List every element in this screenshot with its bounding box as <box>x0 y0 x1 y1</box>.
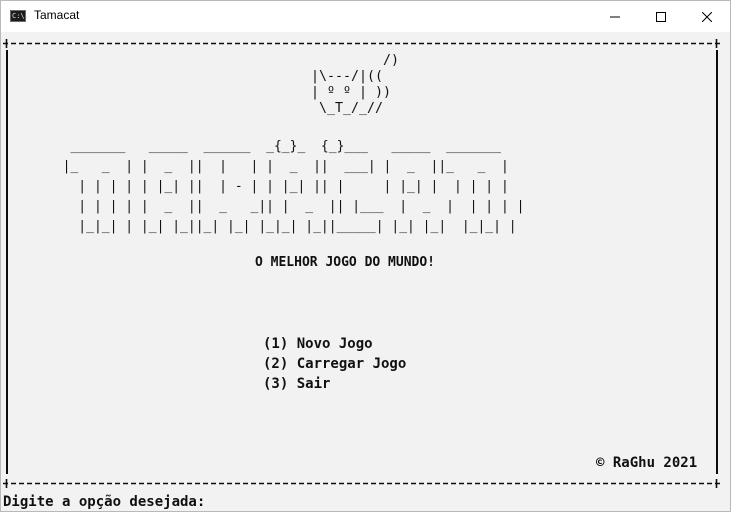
minimize-icon <box>610 16 620 17</box>
window-title: Tamacat <box>34 8 80 22</box>
right-border <box>716 50 718 474</box>
top-border <box>2 37 721 50</box>
maximize-button[interactable] <box>638 1 684 32</box>
main-menu: (1) Novo Jogo (2) Carregar Jogo (3) Sair <box>263 334 406 394</box>
left-border <box>6 50 8 474</box>
tamacat-logo-ascii: _______ _____ ______ _{_}_ {_}___ _____ … <box>62 139 525 234</box>
menu-item-new-game: (1) Novo Jogo <box>263 336 373 352</box>
menu-item-load-game: (2) Carregar Jogo <box>263 356 407 372</box>
console-window: C:\. Tamacat /) |\---/|((| º º |)) \_T… <box>0 0 731 512</box>
close-icon <box>702 11 712 22</box>
input-prompt[interactable]: Digite a opção desejada: <box>3 494 205 510</box>
cat-ascii-art: /) |\---/|(( | º º | )) \_T_/_// <box>311 53 400 116</box>
close-button[interactable] <box>684 1 730 32</box>
console-app-icon: C:\. <box>10 10 29 22</box>
minimize-button[interactable] <box>592 1 638 32</box>
bottom-border <box>2 477 721 490</box>
subtitle: O MELHOR JOGO DO MUNDO! <box>255 255 436 270</box>
copyright-text: © RaGhu 2021 <box>596 455 698 471</box>
title-bar[interactable]: C:\. Tamacat <box>1 1 730 33</box>
maximize-icon <box>656 11 666 22</box>
menu-item-exit: (3) Sair <box>263 376 331 392</box>
